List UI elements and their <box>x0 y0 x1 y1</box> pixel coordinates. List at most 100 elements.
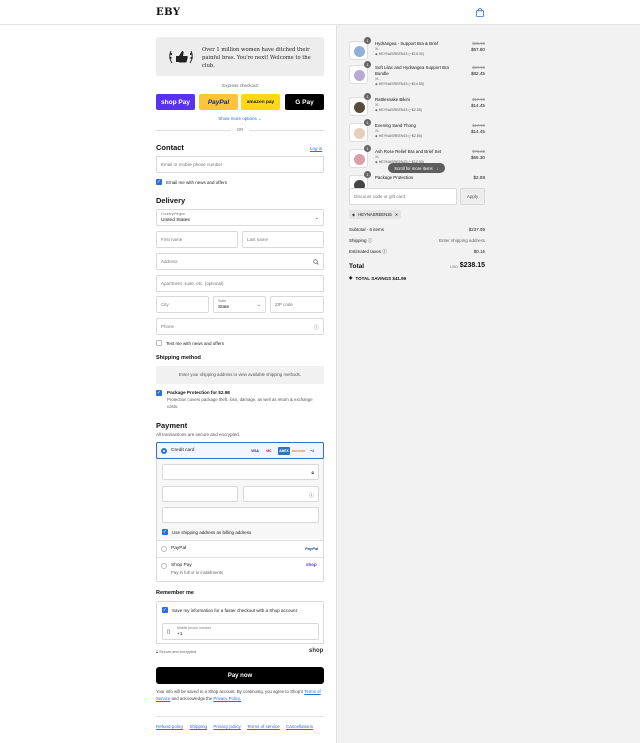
remove-discount-icon[interactable]: ✕ <box>395 212 399 217</box>
payment-heading: Payment <box>156 421 188 430</box>
help-icon[interactable]: ⓘ <box>368 238 373 243</box>
product-variant: XL <box>375 47 380 51</box>
remember-me-heading: Remember me <box>156 590 194 596</box>
payment-subtitle: All transactions are secure and encrypte… <box>156 432 241 437</box>
billing-address-label: Use shipping address as billing address <box>172 530 252 535</box>
pay-now-button[interactable]: Pay now <box>156 667 324 684</box>
google-pay-button[interactable]: G Pay <box>285 94 324 110</box>
store-logo[interactable]: EBY <box>156 7 181 18</box>
savings-tag-icon: ◈ <box>349 275 353 280</box>
package-protection-checkbox[interactable]: ✓ <box>156 390 162 396</box>
sale-price: $14.45 <box>470 129 485 134</box>
total-savings: ◈ TOTAL SAVINGS $41.99 <box>349 275 407 281</box>
refund-policy-link[interactable]: Refund policy <box>156 724 183 729</box>
shopping-bag-icon[interactable] <box>476 8 484 17</box>
cancellations-link[interactable]: Cancellations <box>286 724 313 729</box>
phone-field[interactable]: Phone ⓘ <box>156 318 324 335</box>
product-thumbnail <box>349 123 368 142</box>
login-link[interactable]: Log in <box>310 146 322 151</box>
amazon-pay-button[interactable]: amazon pay <box>241 94 280 110</box>
shop-pay-option-label[interactable]: Shop Pay <box>171 563 192 568</box>
or-divider: OR <box>156 127 324 133</box>
zip-field[interactable]: ZIP code <box>270 296 324 313</box>
shop-logo-icon: shop <box>309 648 324 654</box>
privacy-policy-link[interactable]: Privacy policy <box>213 724 241 729</box>
security-code-field[interactable]: ⓘ <box>243 486 319 502</box>
delivery-heading: Delivery <box>156 196 186 205</box>
shop-pay-button[interactable]: shop Pay <box>156 94 195 110</box>
footer-links: Refund policy Shipping Privacy policy Te… <box>156 724 318 729</box>
paypal-button[interactable]: PayPal <box>199 94 238 110</box>
cart-item: 1 Soft Lilac and Hydrangea Support Bra B… <box>349 61 485 87</box>
product-name: Package Protection <box>375 175 414 180</box>
help-icon[interactable]: ⓘ <box>309 492 314 499</box>
discount-code-line: ◈ HEYNASREEN15 (−$2.55) <box>375 108 423 112</box>
shipping-method-notice: Enter your shipping address to view avai… <box>156 366 324 384</box>
expiration-field[interactable] <box>162 486 238 502</box>
paypal-option-label[interactable]: PayPal <box>171 546 186 551</box>
quantity-badge: 1 <box>364 119 371 126</box>
show-more-options-link[interactable]: Show more options ⌄ <box>156 116 324 122</box>
original-price: $97.00 <box>472 65 485 70</box>
shipping-method-heading: Shipping method <box>156 355 201 361</box>
package-protection-description: Protection covers package theft, loss, d… <box>167 397 313 409</box>
apply-discount-button[interactable]: Apply <box>460 188 485 205</box>
scroll-for-more-button[interactable]: Scroll for more items ↓ <box>388 163 445 173</box>
product-thumbnail <box>349 149 368 168</box>
header: EBY <box>0 0 640 25</box>
shop-pay-subtitle: Pay in full or in installments <box>171 570 224 575</box>
email-field[interactable]: Email or mobile phone number <box>156 156 324 173</box>
state-select[interactable]: State State ⌄ <box>213 296 266 313</box>
product-name: Hydrangea - Support Bra & Brief <box>375 41 439 46</box>
first-name-field[interactable]: First name <box>156 231 238 248</box>
text-news-checkbox[interactable] <box>156 340 162 346</box>
credit-card-option[interactable]: Credit card VISA MC AMEX DISCOVER +4 <box>156 442 324 459</box>
mobile-phone-field[interactable]: ▯ Mobile phone number +1 <box>162 623 319 640</box>
contact-heading: Contact <box>156 143 184 152</box>
quantity-badge: 1 <box>364 61 371 68</box>
secure-note: 🔒︎ Secure and encrypted <box>156 650 197 654</box>
city-field[interactable]: City <box>156 296 209 313</box>
credit-card-radio[interactable] <box>161 448 167 454</box>
shipping-link[interactable]: Shipping <box>190 724 208 729</box>
legal-text: Your info will be saved to a Shop accoun… <box>156 689 321 701</box>
card-number-field[interactable]: 🔒︎ <box>162 464 319 480</box>
thumbs-up-laurel-icon <box>169 50 193 64</box>
quantity-badge: 1 <box>364 37 371 44</box>
original-price: $17.00 <box>472 123 485 128</box>
original-price: $17.00 <box>472 97 485 102</box>
country-select[interactable]: Country/Region United States ⌄ <box>156 209 324 226</box>
original-price: $85.00 <box>472 41 485 46</box>
product-thumbnail <box>349 65 368 84</box>
email-news-checkbox[interactable]: ✓ <box>156 179 162 185</box>
card-details-form: 🔒︎ ⓘ ✓ Use shipping address as billing a… <box>156 459 324 539</box>
discount-code-field[interactable]: Discount code or gift card <box>349 188 457 205</box>
shipping-row: Shipping ⓘ Enter shipping address <box>349 238 485 243</box>
currency-code: USD <box>450 265 459 269</box>
paypal-radio[interactable] <box>161 546 167 552</box>
terms-of-service-link[interactable]: Terms of service <box>247 724 280 729</box>
last-name-field[interactable]: Last name <box>242 231 324 248</box>
save-info-checkbox[interactable]: ✓ <box>162 607 168 613</box>
discount-code-line: ◈ HEYNASREEN15 (−$14.55) <box>375 82 425 86</box>
sale-price: $66.30 <box>470 155 485 160</box>
help-icon[interactable]: ⓘ <box>382 249 387 254</box>
discover-icon: DISCOVER <box>291 449 306 453</box>
banner-text: Over 1 million women have ditched their … <box>202 47 311 69</box>
product-thumbnail <box>349 41 368 60</box>
sale-price: $14.45 <box>470 103 485 108</box>
product-name: Soft Lilac and Hydrangea Support Bra Bun… <box>375 65 449 76</box>
phone-icon: ▯ <box>167 629 170 635</box>
lock-icon: 🔒︎ <box>311 470 314 476</box>
apartment-field[interactable]: Apartment, suite, etc. (optional) <box>156 275 324 292</box>
help-icon[interactable]: ⓘ <box>314 324 319 331</box>
save-info-label: Save my information for a faster checkou… <box>172 608 297 613</box>
address-field[interactable]: Address <box>156 253 324 270</box>
text-news-label: Text me with news and offers <box>166 341 224 346</box>
shop-pay-radio[interactable] <box>161 563 167 569</box>
total-label: Total <box>349 263 365 270</box>
name-on-card-field[interactable] <box>162 507 319 523</box>
billing-address-checkbox[interactable]: ✓ <box>162 529 168 535</box>
product-variant: XL <box>375 103 380 107</box>
privacy-link[interactable]: Privacy Policy. <box>213 696 241 701</box>
